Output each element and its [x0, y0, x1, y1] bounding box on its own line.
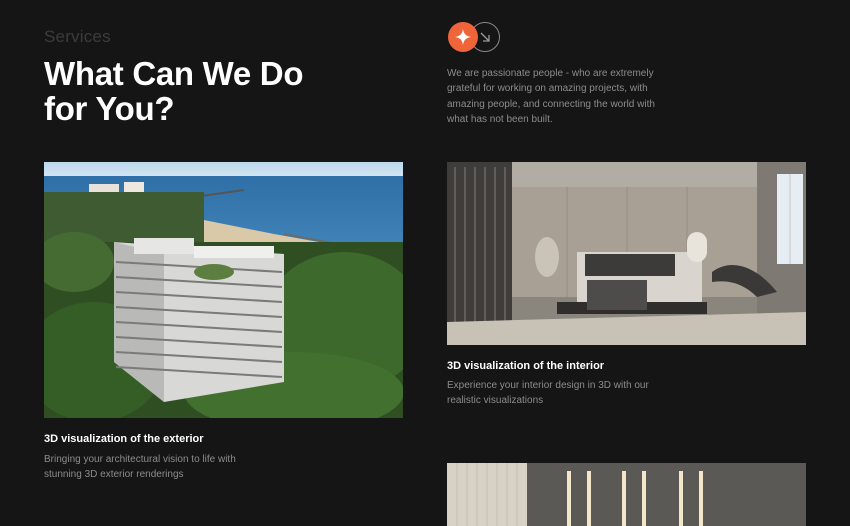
service-card-image[interactable] [447, 463, 806, 526]
sparkle-badge [448, 22, 478, 52]
section-intro: We are passionate people - who are extre… [447, 68, 655, 125]
services-section: Services What Can We Do for You? We are … [0, 0, 850, 526]
interior-visualization-image[interactable] [447, 162, 806, 345]
exterior-visualization-image[interactable] [44, 162, 403, 418]
interior-card-title[interactable]: 3D visualization of the interior [447, 360, 604, 372]
section-title: What Can We Do for You? [44, 55, 304, 127]
arrow-down-right-icon [480, 32, 490, 42]
icon-group [448, 22, 508, 52]
interior-card-description: Experience your interior design in 3D wi… [447, 380, 649, 407]
sparkle-icon [455, 29, 471, 45]
exterior-card-title[interactable]: 3D visualization of the exterior [44, 433, 204, 445]
section-eyebrow: Services [44, 27, 111, 46]
exterior-card-description: Bringing your architectural vision to li… [44, 454, 236, 481]
